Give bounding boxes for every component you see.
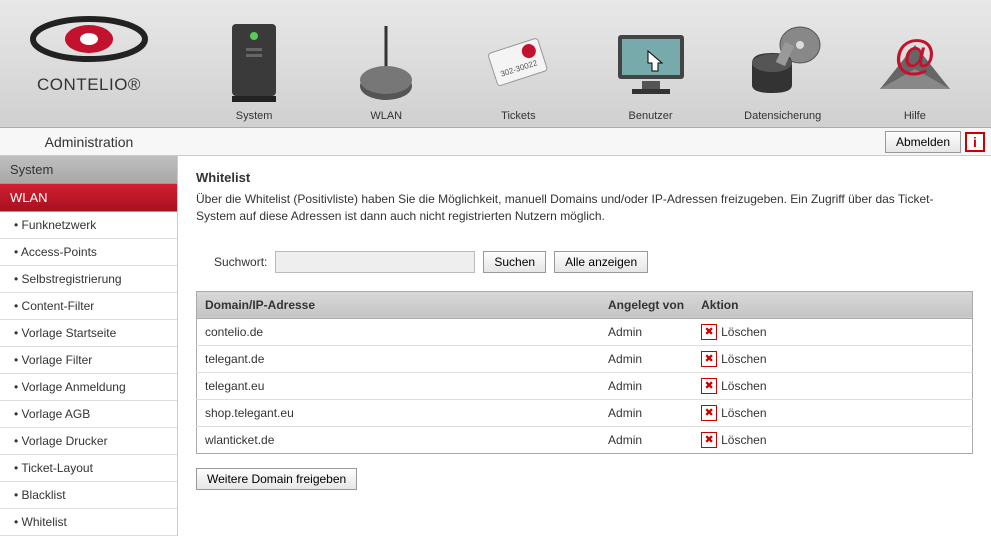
sidebar-item-content-filter[interactable]: Content-Filter (0, 293, 177, 320)
topnav-system[interactable]: System (209, 6, 299, 122)
ticket-icon: 302-30022 (473, 18, 563, 108)
cell-domain: contelio.de (197, 318, 601, 345)
logout-button[interactable]: Abmelden (885, 131, 961, 153)
brand-logo: CONTELIO® (0, 0, 178, 107)
topnav-label: Benutzer (629, 110, 673, 122)
cell-user: Admin (600, 318, 693, 345)
delete-action[interactable]: ✖ Löschen (701, 405, 964, 421)
topnav-benutzer[interactable]: Benutzer (606, 6, 696, 122)
cell-user: Admin (600, 372, 693, 399)
delete-icon: ✖ (701, 432, 717, 448)
sidebar-section-system[interactable]: System (0, 156, 177, 184)
page-description: Über die Whitelist (Positivliste) haben … (196, 191, 973, 225)
sidebar: System WLAN Funknetzwerk Access-Points S… (0, 156, 178, 536)
table-row: wlanticket.deAdmin ✖ Löschen (197, 426, 973, 453)
topnav-hilfe[interactable]: @ Hilfe (870, 6, 960, 122)
topnav-label: Tickets (501, 110, 535, 122)
topnav-tickets[interactable]: 302-30022 Tickets (473, 6, 563, 122)
delete-label: Löschen (721, 379, 766, 393)
page-title: Whitelist (196, 170, 973, 185)
show-all-button[interactable]: Alle anzeigen (554, 251, 648, 273)
sidebar-item-blacklist[interactable]: Blacklist (0, 482, 177, 509)
monitor-icon (606, 18, 696, 108)
delete-icon: ✖ (701, 405, 717, 421)
cell-user: Admin (600, 426, 693, 453)
add-domain-button[interactable]: Weitere Domain freigeben (196, 468, 357, 490)
sidebar-item-vorlage-agb[interactable]: Vorlage AGB (0, 401, 177, 428)
delete-action[interactable]: ✖ Löschen (701, 351, 964, 367)
sidebar-item-vorlage-anmeldung[interactable]: Vorlage Anmeldung (0, 374, 177, 401)
table-row: shop.telegant.euAdmin ✖ Löschen (197, 399, 973, 426)
sidebar-item-vorlage-startseite[interactable]: Vorlage Startseite (0, 320, 177, 347)
delete-label: Löschen (721, 406, 766, 420)
cell-user: Admin (600, 399, 693, 426)
eye-logo-icon (24, 12, 154, 66)
th-user: Angelegt von (600, 291, 693, 318)
cell-domain: telegant.de (197, 345, 601, 372)
cell-user: Admin (600, 345, 693, 372)
info-icon[interactable]: i (965, 132, 985, 152)
whitelist-table: Domain/IP-Adresse Angelegt von Aktion co… (196, 291, 973, 454)
delete-action[interactable]: ✖ Löschen (701, 432, 964, 448)
delete-action[interactable]: ✖ Löschen (701, 324, 964, 340)
subbar: Administration Abmelden i (0, 128, 991, 156)
table-row: contelio.deAdmin ✖ Löschen (197, 318, 973, 345)
delete-icon: ✖ (701, 378, 717, 394)
sidebar-item-whitelist[interactable]: Whitelist (0, 509, 177, 536)
th-action: Aktion (693, 291, 972, 318)
sidebar-item-vorlage-filter[interactable]: Vorlage Filter (0, 347, 177, 374)
sidebar-item-ticket-layout[interactable]: Ticket-Layout (0, 455, 177, 482)
subbar-title: Administration (0, 134, 178, 150)
search-input[interactable] (275, 251, 475, 273)
topnav-datensicherung[interactable]: Datensicherung (738, 6, 828, 122)
svg-text:@: @ (894, 31, 935, 78)
search-button[interactable]: Suchen (483, 251, 546, 273)
sidebar-item-access-points[interactable]: Access-Points (0, 239, 177, 266)
backup-icon (738, 18, 828, 108)
antenna-icon (341, 18, 431, 108)
topnav-wlan[interactable]: WLAN (341, 6, 431, 122)
topbar: CONTELIO® System WLAN 302-30022 Tickets … (0, 0, 991, 128)
sidebar-item-selbstregistrierung[interactable]: Selbstregistrierung (0, 266, 177, 293)
content-area: Whitelist Über die Whitelist (Positivlis… (178, 156, 991, 536)
th-domain: Domain/IP-Adresse (197, 291, 601, 318)
sidebar-item-funknetzwerk[interactable]: Funknetzwerk (0, 212, 177, 239)
topnav-label: WLAN (370, 110, 402, 122)
table-row: telegant.euAdmin ✖ Löschen (197, 372, 973, 399)
topnav-label: System (236, 110, 273, 122)
cell-domain: shop.telegant.eu (197, 399, 601, 426)
sidebar-item-vorlage-drucker[interactable]: Vorlage Drucker (0, 428, 177, 455)
topnav-label: Hilfe (904, 110, 926, 122)
search-row: Suchwort: Suchen Alle anzeigen (214, 251, 973, 273)
delete-icon: ✖ (701, 351, 717, 367)
delete-label: Löschen (721, 325, 766, 339)
topnav-label: Datensicherung (744, 110, 821, 122)
cell-domain: wlanticket.de (197, 426, 601, 453)
delete-label: Löschen (721, 352, 766, 366)
at-icon: @ (870, 18, 960, 108)
top-nav: System WLAN 302-30022 Tickets Benutzer D… (178, 0, 991, 128)
cell-domain: telegant.eu (197, 372, 601, 399)
search-label: Suchwort: (214, 255, 267, 269)
delete-label: Löschen (721, 433, 766, 447)
sidebar-section-wlan[interactable]: WLAN (0, 184, 177, 212)
delete-action[interactable]: ✖ Löschen (701, 378, 964, 394)
table-row: telegant.deAdmin ✖ Löschen (197, 345, 973, 372)
server-icon (209, 18, 299, 108)
brand-name: CONTELIO® (8, 75, 170, 95)
delete-icon: ✖ (701, 324, 717, 340)
